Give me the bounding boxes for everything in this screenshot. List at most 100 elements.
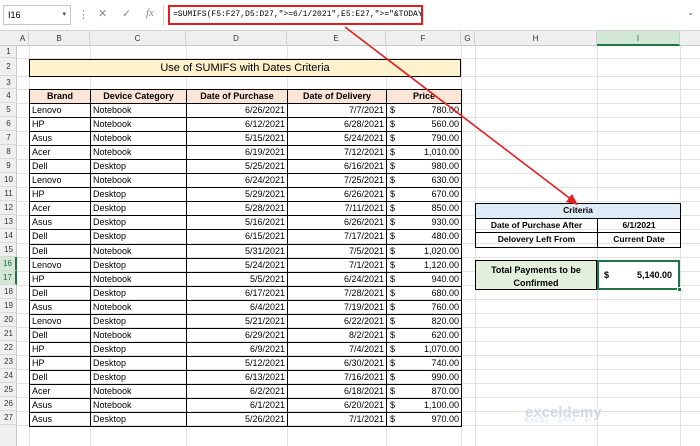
purchase-date-cell[interactable]: 6/15/2021 bbox=[186, 229, 288, 245]
delivery-date-cell[interactable]: 7/12/2021 bbox=[287, 145, 387, 161]
purchase-date-cell[interactable]: 6/19/2021 bbox=[186, 145, 288, 161]
brand-cell[interactable]: Dell bbox=[29, 229, 91, 245]
category-cell[interactable]: Desktop bbox=[90, 285, 187, 301]
header-brand[interactable]: Brand bbox=[29, 88, 91, 105]
row-header[interactable]: 2 bbox=[0, 58, 17, 76]
delivery-date-cell[interactable]: 7/1/2021 bbox=[287, 257, 387, 273]
purchase-date-cell[interactable]: 6/9/2021 bbox=[186, 341, 288, 357]
brand-cell[interactable]: Dell bbox=[29, 327, 91, 343]
row-header[interactable]: 4 bbox=[0, 89, 17, 103]
price-cell[interactable]: $1,100.00 bbox=[386, 398, 462, 414]
delivery-date-cell[interactable]: 7/28/2021 bbox=[287, 285, 387, 301]
expand-icon[interactable]: ⌄ bbox=[687, 8, 694, 17]
category-cell[interactable]: Notebook bbox=[90, 131, 187, 147]
column-header-e[interactable]: E bbox=[287, 31, 386, 46]
delivery-date-cell[interactable]: 7/1/2021 bbox=[287, 412, 387, 428]
delivery-date-cell[interactable]: 7/17/2021 bbox=[287, 229, 387, 245]
row-header[interactable]: 13 bbox=[0, 215, 17, 229]
delivery-date-cell[interactable]: 6/30/2021 bbox=[287, 355, 387, 371]
delivery-date-cell[interactable]: 5/24/2021 bbox=[287, 131, 387, 147]
purchase-date-cell[interactable]: 5/26/2021 bbox=[186, 412, 288, 428]
purchase-date-cell[interactable]: 5/24/2021 bbox=[186, 257, 288, 273]
column-header-i[interactable]: I bbox=[597, 31, 680, 46]
criteria-label[interactable]: Date of Purchase After bbox=[475, 217, 598, 233]
brand-cell[interactable]: Asus bbox=[29, 131, 91, 147]
price-cell[interactable]: $560.00 bbox=[386, 117, 462, 133]
brand-cell[interactable]: Lenovo bbox=[29, 257, 91, 273]
brand-cell[interactable]: HP bbox=[29, 117, 91, 133]
cancel-icon[interactable]: ✕ bbox=[98, 7, 107, 20]
row-header[interactable]: 1 bbox=[0, 46, 17, 58]
price-cell[interactable]: $620.00 bbox=[386, 327, 462, 343]
purchase-date-cell[interactable]: 6/4/2021 bbox=[186, 299, 288, 315]
header-date-of-purchase[interactable]: Date of Purchase bbox=[186, 88, 288, 105]
criteria-label[interactable]: Delovery Left From bbox=[475, 232, 598, 248]
delivery-date-cell[interactable]: 7/4/2021 bbox=[287, 341, 387, 357]
purchase-date-cell[interactable]: 6/13/2021 bbox=[186, 369, 288, 385]
price-cell[interactable]: $1,020.00 bbox=[386, 243, 462, 259]
row-header[interactable]: 14 bbox=[0, 229, 17, 243]
price-cell[interactable]: $760.00 bbox=[386, 299, 462, 315]
row-header[interactable]: 23 bbox=[0, 355, 17, 369]
category-cell[interactable]: Desktop bbox=[90, 215, 187, 231]
header-date-of-delivery[interactable]: Date of Delivery bbox=[287, 88, 387, 105]
row-header[interactable]: 8 bbox=[0, 145, 17, 159]
brand-cell[interactable]: Asus bbox=[29, 299, 91, 315]
dropdown-icon[interactable]: ▾ bbox=[62, 6, 66, 24]
brand-cell[interactable]: Acer bbox=[29, 383, 91, 400]
fill-handle[interactable] bbox=[677, 287, 682, 292]
row-header[interactable]: 22 bbox=[0, 341, 17, 355]
category-cell[interactable]: Notebook bbox=[90, 103, 187, 119]
row-header[interactable]: 16 bbox=[0, 257, 17, 271]
category-cell[interactable]: Desktop bbox=[90, 341, 187, 357]
sheet-title[interactable]: Use of SUMIFS with Dates Criteria bbox=[29, 59, 461, 77]
column-header-f[interactable]: F bbox=[386, 31, 461, 46]
price-cell[interactable]: $1,120.00 bbox=[386, 257, 462, 273]
delivery-date-cell[interactable]: 7/5/2021 bbox=[287, 243, 387, 259]
purchase-date-cell[interactable]: 5/21/2021 bbox=[186, 313, 288, 329]
row-header[interactable]: 7 bbox=[0, 131, 17, 145]
price-cell[interactable]: $940.00 bbox=[386, 271, 462, 287]
price-cell[interactable]: $970.00 bbox=[386, 412, 462, 428]
brand-cell[interactable]: HP bbox=[29, 187, 91, 203]
row-header[interactable]: 18 bbox=[0, 285, 17, 299]
category-cell[interactable]: Notebook bbox=[90, 117, 187, 133]
price-cell[interactable]: $790.00 bbox=[386, 131, 462, 147]
category-cell[interactable]: Desktop bbox=[90, 159, 187, 175]
purchase-date-cell[interactable]: 5/31/2021 bbox=[186, 243, 288, 259]
price-cell[interactable]: $1,070.00 bbox=[386, 341, 462, 357]
row-header[interactable]: 15 bbox=[0, 243, 17, 257]
purchase-date-cell[interactable]: 6/26/2021 bbox=[186, 103, 288, 119]
delivery-date-cell[interactable]: 7/19/2021 bbox=[287, 299, 387, 315]
purchase-date-cell[interactable]: 5/16/2021 bbox=[186, 215, 288, 231]
category-cell[interactable]: Notebook bbox=[90, 383, 187, 400]
delivery-date-cell[interactable]: 7/7/2021 bbox=[287, 103, 387, 119]
purchase-date-cell[interactable]: 5/5/2021 bbox=[186, 271, 288, 287]
category-cell[interactable]: Notebook bbox=[90, 299, 187, 315]
purchase-date-cell[interactable]: 5/28/2021 bbox=[186, 201, 288, 217]
name-box[interactable]: I16 ▾ bbox=[3, 5, 71, 25]
delivery-date-cell[interactable]: 7/16/2021 bbox=[287, 369, 387, 385]
row-header[interactable]: 12 bbox=[0, 201, 17, 215]
brand-cell[interactable]: Lenovo bbox=[29, 313, 91, 329]
category-cell[interactable]: Notebook bbox=[90, 327, 187, 343]
column-header-d[interactable]: D bbox=[186, 31, 287, 46]
purchase-date-cell[interactable]: 6/2/2021 bbox=[186, 383, 288, 400]
category-cell[interactable]: Notebook bbox=[90, 243, 187, 259]
price-cell[interactable]: $630.00 bbox=[386, 173, 462, 189]
brand-cell[interactable]: HP bbox=[29, 341, 91, 357]
category-cell[interactable]: Desktop bbox=[90, 187, 187, 203]
column-header-b[interactable]: B bbox=[29, 31, 90, 46]
column-header-g[interactable]: G bbox=[461, 31, 475, 46]
column-header-c[interactable]: C bbox=[90, 31, 186, 46]
purchase-date-cell[interactable]: 5/29/2021 bbox=[186, 187, 288, 203]
brand-cell[interactable]: Dell bbox=[29, 159, 91, 175]
category-cell[interactable]: Desktop bbox=[90, 412, 187, 428]
price-cell[interactable]: $780.00 bbox=[386, 103, 462, 119]
delivery-date-cell[interactable]: 6/26/2021 bbox=[287, 187, 387, 203]
function-icon[interactable]: fx bbox=[146, 7, 154, 19]
row-header[interactable]: 5 bbox=[0, 103, 17, 117]
brand-cell[interactable]: Dell bbox=[29, 285, 91, 301]
row-header[interactable]: 24 bbox=[0, 369, 17, 383]
brand-cell[interactable]: Acer bbox=[29, 201, 91, 217]
